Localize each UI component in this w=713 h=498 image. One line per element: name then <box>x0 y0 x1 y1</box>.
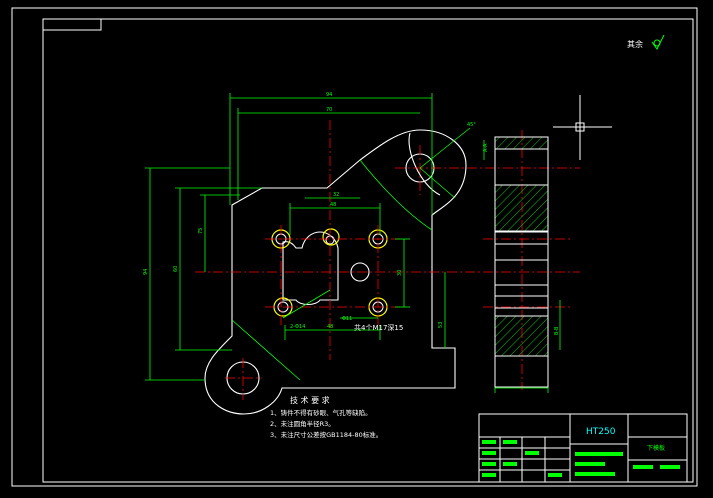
part-name-label: 下模板 <box>647 444 665 452</box>
note-item-2: 2、未注圆角半径R3。 <box>270 419 335 428</box>
dim-angle: 45° <box>467 122 476 128</box>
background <box>0 0 713 498</box>
note-item-3: 3、未注尺寸公差按GB1184-80标准。 <box>270 430 382 439</box>
dim-height-left: 75 <box>198 228 204 234</box>
dim-inner-width: 70 <box>326 107 332 113</box>
cad-drawing-canvas: 其余 94 70 94 60 75 32 48 30 53 48 2-Φ14 4… <box>0 0 713 498</box>
dim-slot-width: 48 <box>330 202 336 208</box>
notes-heading: 技 术 要 求 <box>290 395 330 405</box>
dim-height-inner: 60 <box>173 266 179 272</box>
dim-height-total: 94 <box>143 269 149 275</box>
section-label-top: A-A <box>483 143 489 152</box>
section-upper-block <box>494 184 549 232</box>
dim-right-height: 30 <box>397 270 403 276</box>
dim-overall-width: 94 <box>326 92 332 98</box>
dim-slot-depth: Φ11 <box>342 316 352 322</box>
dim-small-hole: 2-Φ14 <box>290 324 305 330</box>
section-top-band <box>494 136 549 150</box>
dim-center-x: 32 <box>333 192 339 198</box>
hole-note: 共4个M17深15 <box>354 323 403 332</box>
note-item-1: 1、铸件不得有砂眼、气孔等缺陷。 <box>270 408 372 417</box>
section-label-side: B-B <box>554 326 560 335</box>
surface-finish-label: 其余 <box>627 39 643 49</box>
dim-bottom-left: 48 <box>327 324 333 330</box>
section-lower-block <box>494 315 549 357</box>
dim-bottom-right: 53 <box>438 322 444 328</box>
material-label: HT250 <box>586 427 616 437</box>
